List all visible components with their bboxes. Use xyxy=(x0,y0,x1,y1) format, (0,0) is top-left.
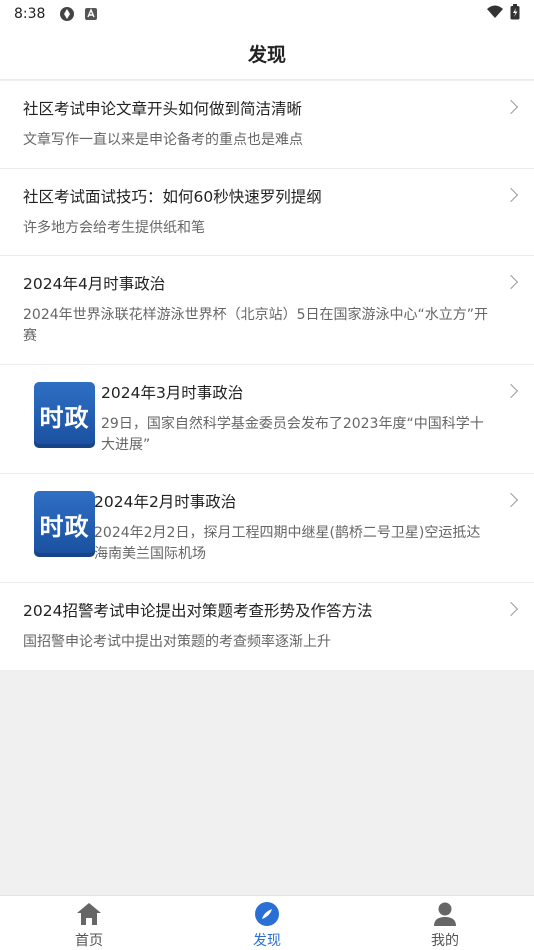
list-item[interactable]: 2024招警考试申论提出对策题考查形势及作答方法 国招警申论考试中提出对策题的考… xyxy=(0,583,534,670)
wifi-icon xyxy=(486,5,504,23)
article-list: 社区考试申论文章开头如何做到简洁清晰 文章写作一直以来是申论备考的重点也是难点 … xyxy=(0,81,534,670)
article-desc: 许多地方会给考生提供纸和笔 xyxy=(23,220,205,236)
article-title: 2024年4月时事政治 xyxy=(23,275,166,293)
page-title: 发现 xyxy=(247,44,286,66)
list-item[interactable]: 时政 2024年3月时事政治 29日，国家自然科学基金委员会发布了2023年度“… xyxy=(0,365,534,474)
article-title: 2024招警考试申论提出对策题考查形势及作答方法 xyxy=(23,602,373,620)
article-desc: 29日，国家自然科学基金委员会发布了2023年度“中国科学十大进展” xyxy=(101,416,484,453)
chevron-right-icon xyxy=(503,274,519,290)
chevron-right-icon xyxy=(503,492,519,508)
user-icon xyxy=(432,901,458,927)
article-desc: 文章写作一直以来是申论备考的重点也是难点 xyxy=(23,132,303,148)
status-bar: 8:38 xyxy=(0,0,534,28)
tab-discover[interactable]: 发现 xyxy=(178,896,356,950)
page-header: 发现 xyxy=(0,28,534,80)
article-title: 2024年3月时事政治 xyxy=(101,384,244,402)
sync-icon xyxy=(59,6,75,22)
article-desc: 2024年世界泳联花样游泳世界杯（北京站）5日在国家游泳中心“水立方”开赛 xyxy=(23,307,489,344)
home-icon xyxy=(76,901,102,927)
article-desc: 2024年2月2日，探月工程四期中继星(鹊桥二号卫星)空运抵达海南美兰国际机场 xyxy=(94,525,481,562)
chevron-right-icon xyxy=(503,187,519,203)
battery-icon xyxy=(510,4,520,24)
tab-home-label: 首页 xyxy=(75,933,103,949)
tab-mine[interactable]: 我的 xyxy=(356,896,534,950)
chevron-right-icon xyxy=(503,601,519,617)
thumbnail-image: 时政 xyxy=(34,382,95,448)
list-item[interactable]: 社区考试面试技巧：如何60秒快速罗列提纲 许多地方会给考生提供纸和笔 xyxy=(0,169,534,256)
thumbnail-image: 时政 xyxy=(34,491,95,557)
status-time: 8:38 xyxy=(14,6,46,22)
compass-icon xyxy=(254,901,280,927)
app-notification-icon xyxy=(83,6,99,22)
tab-discover-label: 发现 xyxy=(253,933,281,949)
article-title: 社区考试面试技巧：如何60秒快速罗列提纲 xyxy=(23,188,322,206)
article-desc: 国招警申论考试中提出对策题的考查频率逐渐上升 xyxy=(23,634,331,650)
list-item[interactable]: 时政 2024年2月时事政治 2024年2月2日，探月工程四期中继星(鹊桥二号卫… xyxy=(0,474,534,583)
list-item[interactable]: 2024年4月时事政治 2024年世界泳联花样游泳世界杯（北京站）5日在国家游泳… xyxy=(0,256,534,365)
article-title: 社区考试申论文章开头如何做到简洁清晰 xyxy=(23,100,303,118)
chevron-right-icon xyxy=(503,383,519,399)
bottom-tab-bar: 首页 发现 我的 xyxy=(0,895,534,950)
chevron-right-icon xyxy=(503,99,519,115)
list-item[interactable]: 社区考试申论文章开头如何做到简洁清晰 文章写作一直以来是申论备考的重点也是难点 xyxy=(0,81,534,169)
tab-home[interactable]: 首页 xyxy=(0,896,178,950)
tab-mine-label: 我的 xyxy=(431,933,459,949)
article-title: 2024年2月时事政治 xyxy=(94,493,237,511)
